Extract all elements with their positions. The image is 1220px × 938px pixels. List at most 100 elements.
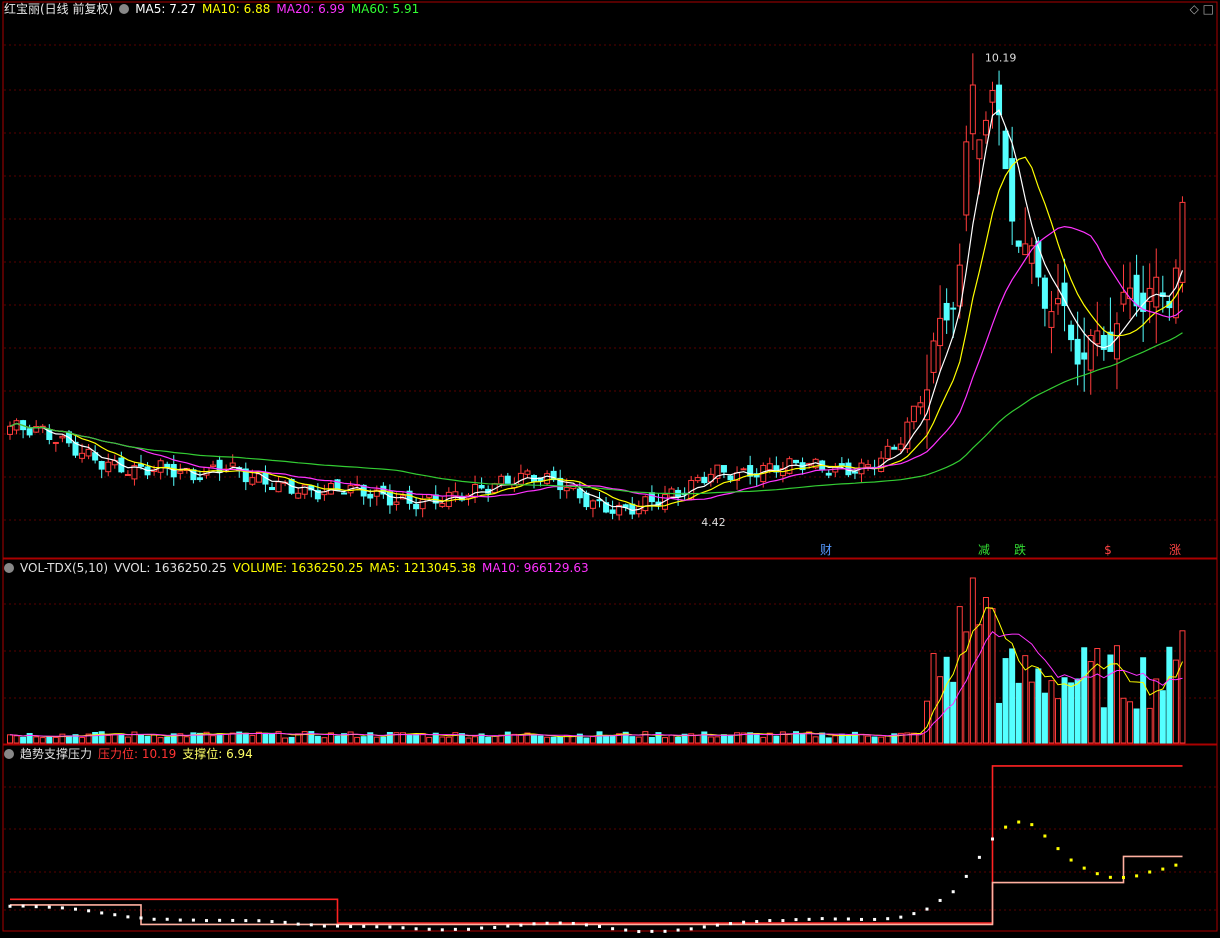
event-marker: 涨	[1169, 542, 1181, 557]
trend-dot	[912, 912, 916, 916]
candle-body	[865, 464, 872, 468]
trend-dot	[781, 919, 785, 923]
candle-body	[589, 500, 596, 509]
candle-body	[1094, 330, 1101, 345]
trend-dot	[833, 917, 837, 921]
trend-dot	[1082, 866, 1086, 870]
candle-body	[210, 464, 217, 468]
volume-bar	[1107, 654, 1114, 744]
trend-dot	[584, 923, 588, 927]
trend-dot	[126, 915, 130, 919]
volume-bar	[511, 733, 518, 744]
volume-bar	[1179, 630, 1186, 744]
panel-controls[interactable]: ◇ □	[1190, 2, 1214, 16]
volume-bar	[1055, 698, 1061, 744]
volume-bar	[845, 735, 852, 744]
trend-dot	[519, 923, 523, 927]
candle-body	[1015, 240, 1022, 247]
volume-bar	[426, 736, 433, 744]
volume-bar	[1120, 697, 1127, 744]
ind-settings-dot-icon[interactable]	[4, 748, 14, 759]
chart-svg[interactable]: 10.19 4.42 财 减 跌 $ 涨	[0, 0, 1220, 934]
trend-dot	[807, 917, 811, 921]
volume-bar	[282, 737, 289, 744]
volume-bar	[373, 736, 380, 744]
trend-dot	[480, 926, 484, 930]
volume-bar	[537, 735, 544, 744]
candle-body	[1120, 291, 1127, 305]
volume-bar	[648, 737, 655, 744]
volume-bar	[314, 735, 321, 744]
candle-body	[504, 475, 511, 484]
volume-bar	[7, 734, 13, 744]
close-icon[interactable]: □	[1203, 2, 1214, 16]
diamond-icon[interactable]: ◇	[1190, 2, 1199, 16]
volume-bar	[1035, 668, 1042, 744]
volume-bar	[753, 732, 760, 744]
event-marker: 财	[820, 543, 832, 557]
volume-bar	[1153, 678, 1160, 744]
volume-bar	[1146, 707, 1153, 744]
candle-body	[1153, 276, 1160, 308]
volume-bar	[812, 736, 819, 744]
trend-dot	[60, 906, 64, 910]
candle-body	[583, 492, 590, 508]
volume-bar	[1087, 661, 1094, 744]
trend-dot	[87, 909, 91, 913]
trend-dot	[755, 920, 759, 924]
candle-body	[413, 503, 420, 510]
trend-dot	[47, 905, 51, 909]
volume-bar	[1061, 677, 1068, 744]
volume-bar	[65, 735, 72, 744]
trend-dot	[191, 918, 195, 922]
volume-bar	[969, 577, 976, 744]
volume-bar	[531, 735, 537, 744]
trend-dot	[453, 927, 457, 931]
candle-body	[367, 493, 374, 499]
chart-stage[interactable]: 10.19 4.42 财 减 跌 $ 涨	[0, 0, 1220, 934]
ma20-label: MA20: 6.99	[276, 2, 345, 16]
volume-bar	[799, 733, 806, 744]
main-title: 红宝丽(日线 前复权)	[4, 2, 114, 16]
trend-dot	[257, 919, 261, 923]
settings-dot-icon[interactable]	[119, 3, 130, 14]
trend-dot	[467, 927, 470, 931]
low-price-label: 4.42	[701, 516, 726, 529]
candle-body	[943, 302, 950, 321]
candle-body	[1022, 243, 1029, 256]
candle-body	[766, 463, 773, 471]
ma5-line	[9, 109, 1184, 512]
volume-bar	[694, 734, 701, 744]
volume-bar	[151, 734, 158, 744]
candle-body	[295, 492, 302, 499]
vol-settings-dot-icon[interactable]	[4, 562, 14, 573]
volume-bar	[570, 735, 577, 744]
volume-bar	[472, 736, 479, 744]
trend-dot	[440, 928, 444, 932]
trend-dot	[1069, 858, 1073, 862]
trend-dot	[244, 919, 248, 923]
candle-body	[851, 471, 858, 474]
event-marker: $	[1104, 543, 1112, 557]
candle-body	[825, 472, 832, 476]
trend-dot	[362, 924, 366, 928]
trend-dot	[925, 907, 929, 911]
volume-bar	[465, 737, 472, 744]
candle-body	[498, 475, 505, 485]
candle-body	[917, 402, 924, 408]
vol-title: VOL-TDX(5,10)	[20, 561, 109, 575]
volume-bar	[819, 732, 826, 744]
main-header: 红宝丽(日线 前复权) MA5: 7.27 MA10: 6.88 MA20: 6.99…	[4, 0, 425, 18]
volume-bar	[675, 736, 682, 744]
volume-bar	[98, 731, 105, 744]
pressure-label: 压力位: 10.19	[98, 747, 177, 761]
volume-bar	[269, 732, 275, 744]
trend-dot	[401, 926, 405, 930]
candle-body	[85, 448, 92, 457]
candle-body	[478, 485, 485, 489]
trend-dot	[21, 904, 25, 908]
volume-bar	[131, 731, 138, 744]
candle-body	[910, 405, 917, 423]
candle-body	[1081, 352, 1088, 360]
volume-bar	[773, 735, 780, 744]
